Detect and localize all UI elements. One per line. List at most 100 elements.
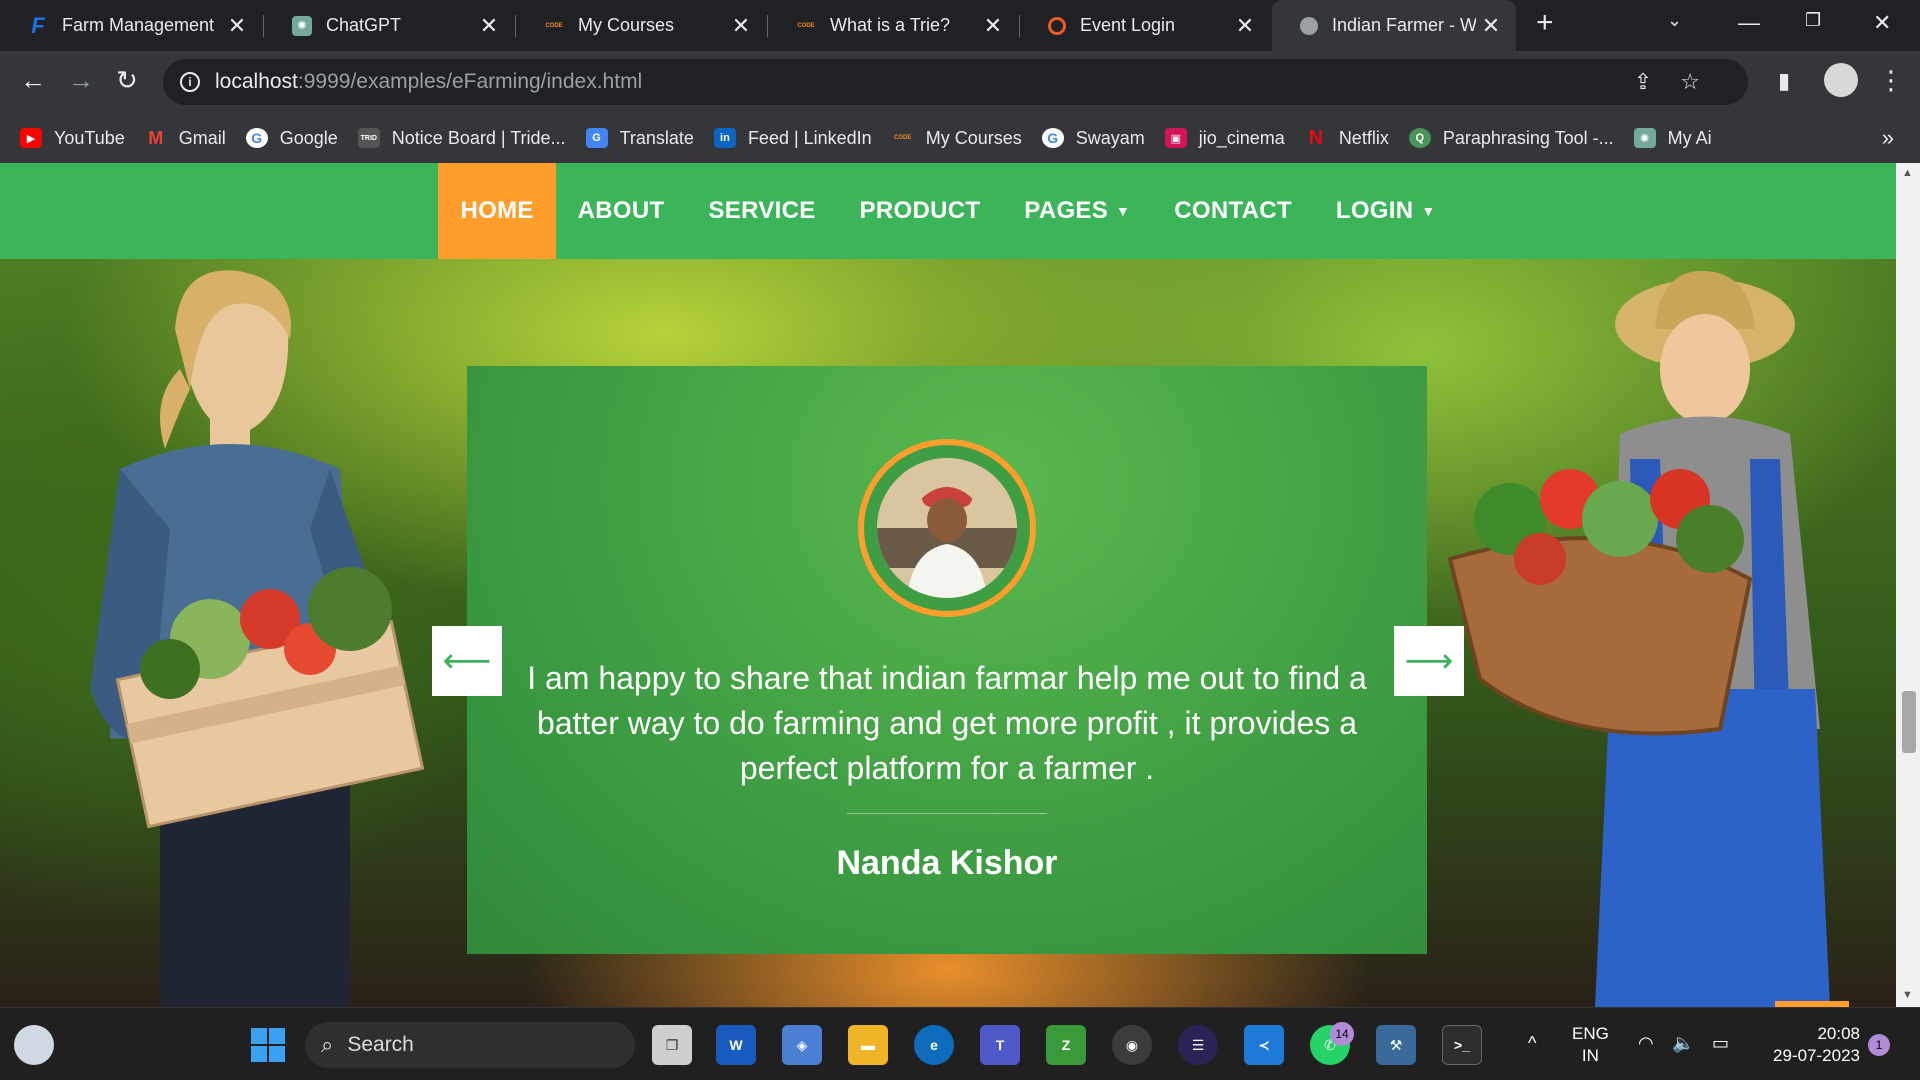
bookmark-swayam[interactable]: G Swayam [1041, 128, 1145, 149]
close-tab-icon[interactable]: ✕ [1476, 13, 1506, 39]
testimonial-divider [847, 813, 1047, 814]
testimonial-avatar [877, 458, 1017, 598]
browser-toolbar: ← → ↻ i localhost:9999/examples/eFarming… [0, 51, 1920, 113]
profile-avatar[interactable] [1824, 63, 1858, 97]
site-info-icon[interactable]: i [180, 72, 200, 92]
close-tab-icon[interactable]: ✕ [1230, 13, 1260, 39]
scroll-up-icon[interactable]: ▲ [1902, 167, 1913, 179]
minimize-icon[interactable]: — [1738, 10, 1760, 36]
bookmark-translate[interactable]: G Translate [585, 128, 694, 149]
windows-start-icon[interactable] [248, 1025, 288, 1065]
search-icon: ⌕ [321, 1032, 334, 1057]
close-tab-icon[interactable]: ✕ [474, 13, 504, 39]
eclipse-icon[interactable]: ☰ [1178, 1025, 1218, 1065]
linkedin-icon: in [713, 128, 736, 148]
file-explorer-icon[interactable]: ▬ [848, 1025, 888, 1065]
cube-app-icon[interactable]: ◈ [782, 1025, 822, 1065]
quillbot-icon: Q [1408, 128, 1431, 148]
nav-about[interactable]: ABOUT [556, 163, 687, 259]
battery-icon[interactable]: ▭ [1712, 1032, 1729, 1054]
side-panel-icon[interactable]: ▮ [1778, 68, 1790, 94]
volume-icon[interactable]: 🔈 [1672, 1032, 1694, 1054]
tab-chatgpt[interactable]: ✺ ChatGPT ✕ [264, 0, 514, 51]
carousel-prev-button[interactable]: ⟵ [432, 626, 502, 696]
close-tab-icon[interactable]: ✕ [978, 13, 1008, 39]
more-bookmarks-icon[interactable]: » [1882, 125, 1894, 151]
windows-taskbar: ⌕ Search ❐ W ◈ ▬ e T Z ◉ ☰ ≺ ✆ 14 ⚒ >_ ^… [0, 1007, 1920, 1080]
bookmark-my-courses[interactable]: CODE My Courses [892, 128, 1022, 149]
tab-indian-farmer[interactable]: Indian Farmer - We ✕ [1272, 0, 1516, 51]
google-icon: G [245, 128, 268, 148]
tab-title: ChatGPT [326, 15, 402, 35]
nav-contact[interactable]: CONTACT [1152, 163, 1314, 259]
clock[interactable]: 20:08 29-07-2023 [1760, 1023, 1860, 1067]
forward-icon[interactable]: → [68, 65, 94, 96]
whatsapp-badge: 14 [1330, 1022, 1354, 1046]
nav-service[interactable]: SERVICE [687, 163, 838, 259]
testimonial-author: Nanda Kishor [836, 844, 1058, 882]
nav-pages-dropdown[interactable]: PAGES ▼ [1002, 163, 1152, 259]
nav-home[interactable]: HOME [438, 163, 556, 259]
taskbar-search[interactable]: ⌕ Search [305, 1022, 635, 1068]
bookmark-paraphrasing-tool[interactable]: Q Paraphrasing Tool -... [1408, 128, 1614, 149]
wifi-icon[interactable]: ◠ [1638, 1032, 1654, 1054]
address-bar[interactable]: i localhost:9999/examples/eFarming/index… [163, 59, 1748, 105]
tab-farm-management[interactable]: F Farm Management ✕ [0, 0, 262, 51]
chrome-icon[interactable]: ◉ [1112, 1025, 1152, 1065]
mysql-workbench-icon[interactable]: ⚒ [1376, 1025, 1416, 1065]
carousel-next-button[interactable]: ⟶ [1394, 626, 1464, 696]
share-icon[interactable]: ⇪ [1634, 69, 1680, 94]
scroll-down-icon[interactable]: ▼ [1902, 989, 1913, 1001]
tab-my-courses[interactable]: CODE My Courses ✕ [516, 0, 766, 51]
nav-login-dropdown[interactable]: LOGIN ▼ [1314, 163, 1458, 259]
weather-icon[interactable] [14, 1025, 54, 1065]
tab-title: Indian Farmer - We [1332, 15, 1476, 35]
bookmark-notice-board[interactable]: TRID Notice Board | Tride... [357, 128, 566, 149]
reload-icon[interactable]: ↻ [116, 65, 138, 96]
page-scrollbar[interactable]: ▲ ▼ [1896, 163, 1920, 1007]
bookmark-youtube[interactable]: ▶ YouTube [20, 128, 125, 149]
tab-event-login[interactable]: Event Login ✕ [1020, 0, 1270, 51]
close-tab-icon[interactable]: ✕ [726, 13, 756, 39]
word-icon[interactable]: W [716, 1025, 756, 1065]
bookmark-jio-cinema[interactable]: ▣ jio_cinema [1164, 128, 1285, 149]
terminal-icon[interactable]: >_ [1442, 1025, 1482, 1065]
new-tab-icon[interactable]: + [1536, 6, 1554, 40]
notification-badge[interactable]: 1 [1868, 1034, 1890, 1056]
restore-icon[interactable]: ❐ [1805, 10, 1821, 31]
vscode-icon[interactable]: ≺ [1244, 1025, 1284, 1065]
gmail-icon: M [148, 127, 164, 148]
scrollbar-thumb[interactable] [1902, 691, 1916, 753]
coding-ninjas-icon: CODE [894, 135, 912, 141]
omnibox-actions: ⇪☆ [1634, 69, 1728, 95]
app-z-icon[interactable]: Z [1046, 1025, 1086, 1065]
bookmark-linkedin[interactable]: in Feed | LinkedIn [713, 128, 872, 149]
bookmark-gmail[interactable]: M Gmail [145, 128, 226, 149]
bookmark-star-icon[interactable]: ☆ [1680, 69, 1728, 94]
tab-trie[interactable]: CODE What is a Trie? ✕ [768, 0, 1018, 51]
close-window-icon[interactable]: ✕ [1873, 10, 1891, 36]
coding-ninjas-favicon: CODE [545, 22, 563, 29]
url-text[interactable]: localhost:9999/examples/eFarming/index.h… [215, 70, 642, 94]
task-view-icon[interactable]: ❐ [652, 1025, 692, 1065]
bookmark-my-ai[interactable]: ✺ My Ai [1633, 128, 1712, 149]
bookmark-google[interactable]: G Google [245, 128, 338, 149]
tab-search-chevron-icon[interactable]: ⌄ [1667, 10, 1682, 31]
close-tab-icon[interactable]: ✕ [222, 13, 252, 39]
nav-product[interactable]: PRODUCT [838, 163, 1003, 259]
back-icon[interactable]: ← [20, 65, 46, 96]
bookmark-netflix[interactable]: N Netflix [1305, 127, 1389, 149]
trident-icon: TRID [357, 128, 380, 148]
testimonial-card: I am happy to share that indian farmar h… [467, 366, 1427, 954]
teams-icon[interactable]: T [980, 1025, 1020, 1065]
nav-login-label: LOGIN [1335, 197, 1414, 224]
menu-kebab-icon[interactable]: ⋮ [1878, 65, 1904, 96]
nav-pages-label: PAGES [1024, 197, 1109, 224]
tray-overflow-icon[interactable]: ^ [1528, 1032, 1536, 1054]
language-indicator[interactable]: ENG IN [1572, 1023, 1609, 1067]
woman-with-vegetable-crate-image [90, 270, 425, 1007]
tab-title: My Courses [578, 15, 675, 35]
youtube-icon: ▶ [20, 128, 42, 148]
globe-favicon [1300, 16, 1318, 35]
edge-icon[interactable]: e [914, 1025, 954, 1065]
